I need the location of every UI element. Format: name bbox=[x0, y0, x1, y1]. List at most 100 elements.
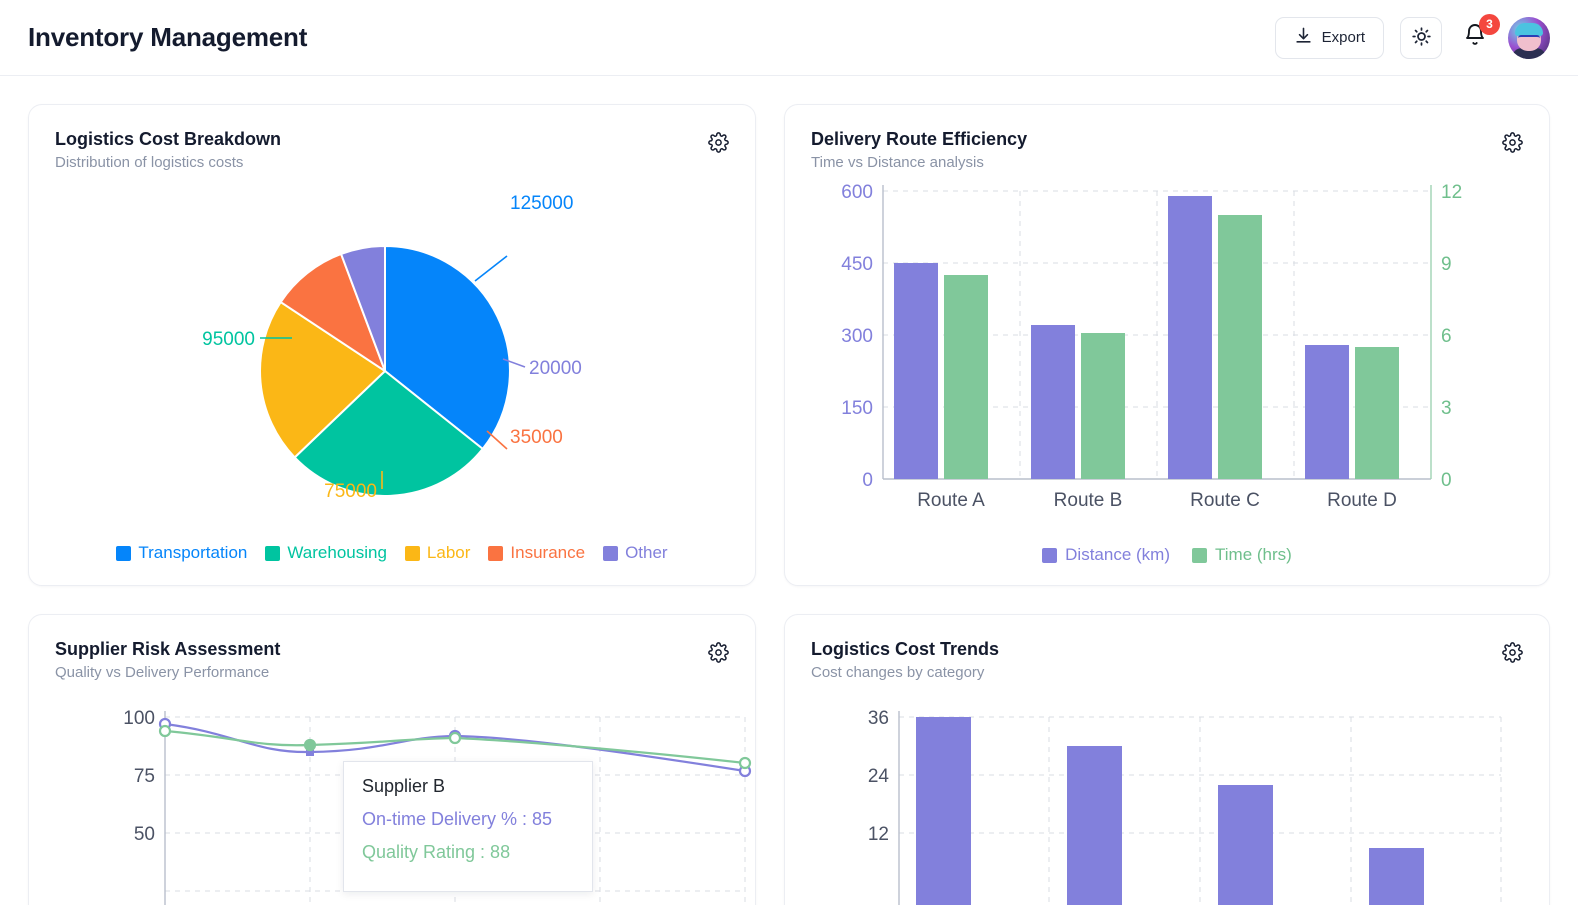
y-axis-tick-36: 36 bbox=[868, 708, 889, 729]
avatar-hair bbox=[1515, 22, 1543, 36]
leader-line-transportation bbox=[474, 255, 508, 282]
legend-swatch-icon bbox=[1192, 547, 1208, 563]
bar-distance-route-d[interactable] bbox=[1305, 345, 1349, 479]
card-subtitle: Time vs Distance analysis bbox=[811, 154, 984, 171]
legend-swatch-icon bbox=[116, 545, 132, 561]
gear-icon[interactable] bbox=[708, 642, 729, 663]
avatar[interactable] bbox=[1508, 16, 1550, 59]
bar-chart-legend: Distance (km) Time (hrs) bbox=[811, 545, 1523, 565]
left-axis-tick-300: 300 bbox=[841, 326, 873, 347]
legend-label: Warehousing bbox=[287, 543, 387, 562]
x-axis-label-route-d: Route D bbox=[1327, 490, 1397, 511]
pie-legend: Transportation Warehousing Labor Insuran… bbox=[55, 543, 729, 563]
bar-chart-trends-svg: 36 24 12 bbox=[868, 708, 1502, 905]
legend-label: Labor bbox=[426, 543, 471, 562]
card-header: Supplier Risk Assessment Quality vs Deli… bbox=[55, 639, 729, 681]
pie-slices-exact[interactable] bbox=[259, 244, 511, 497]
gear-icon[interactable] bbox=[1502, 132, 1523, 153]
legend-item-labor[interactable]: Labor bbox=[404, 543, 471, 563]
bar-distance-route-c[interactable] bbox=[1168, 196, 1212, 479]
card-header: Delivery Route Efficiency Time vs Distan… bbox=[811, 129, 1523, 171]
legend-label: Transportation bbox=[138, 543, 248, 562]
x-axis-label-route-b: Route B bbox=[1054, 490, 1123, 511]
dashboard-grid: Logistics Cost Breakdown Distribution of… bbox=[0, 76, 1578, 905]
y-axis-tick-12: 12 bbox=[868, 824, 889, 845]
right-axis-tick-6: 6 bbox=[1441, 326, 1452, 347]
gear-icon[interactable] bbox=[1502, 642, 1523, 663]
legend-item-time[interactable]: Time (hrs) bbox=[1192, 545, 1292, 565]
gear-icon[interactable] bbox=[708, 132, 729, 153]
card-header: Logistics Cost Breakdown Distribution of… bbox=[55, 129, 729, 171]
left-axis-tick-450: 450 bbox=[841, 254, 873, 275]
legend-item-warehousing[interactable]: Warehousing bbox=[265, 543, 387, 563]
legend-item-other[interactable]: Other bbox=[603, 543, 668, 563]
card-title: Logistics Cost Breakdown bbox=[55, 129, 282, 149]
y-axis-tick-24: 24 bbox=[868, 766, 890, 787]
card-title: Delivery Route Efficiency bbox=[811, 129, 1028, 149]
y-axis-tick-75: 75 bbox=[134, 766, 155, 787]
left-axis-tick-150: 150 bbox=[841, 398, 873, 419]
left-axis-tick-600: 600 bbox=[841, 182, 873, 203]
x-axis-label-route-a: Route A bbox=[917, 490, 985, 511]
bar-time-route-a[interactable] bbox=[944, 275, 988, 479]
pie-value-label-warehousing: 95000 bbox=[202, 329, 255, 350]
pie-chart-svg: 125000 95000 75000 35000 20000 bbox=[202, 193, 582, 502]
card-supplier-risk-assessment: Supplier Risk Assessment Quality vs Deli… bbox=[28, 614, 756, 905]
point-supplier-c-quality[interactable] bbox=[448, 731, 462, 745]
theme-toggle-button[interactable] bbox=[1400, 16, 1442, 59]
legend-label: Insurance bbox=[510, 543, 586, 562]
point-supplier-d-quality[interactable] bbox=[738, 756, 752, 770]
sun-icon bbox=[1411, 26, 1432, 50]
legend-swatch-icon bbox=[488, 545, 504, 561]
grouped-bar-chart-svg: 600 450 300 150 0 12 9 6 3 0 Route A Rou… bbox=[841, 182, 1462, 511]
legend-item-insurance[interactable]: Insurance bbox=[488, 543, 585, 563]
right-axis-tick-12: 12 bbox=[1441, 182, 1462, 203]
point-supplier-a-quality[interactable] bbox=[158, 724, 172, 738]
legend-swatch-icon bbox=[603, 545, 619, 561]
bar-time-route-c[interactable] bbox=[1218, 215, 1262, 479]
right-axis-tick-0: 0 bbox=[1441, 470, 1452, 491]
legend-swatch-icon bbox=[265, 545, 281, 561]
legend-swatch-icon bbox=[1042, 547, 1058, 563]
page-title: Inventory Management bbox=[28, 22, 308, 52]
pie-value-label-other: 20000 bbox=[529, 358, 582, 379]
legend-label: Distance (km) bbox=[1065, 545, 1171, 564]
bar-time-route-d[interactable] bbox=[1355, 347, 1399, 479]
avatar-glasses bbox=[1518, 34, 1540, 41]
legend-label: Other bbox=[625, 543, 668, 562]
bar-distance-route-a[interactable] bbox=[894, 263, 938, 479]
bar-time-route-b[interactable] bbox=[1081, 333, 1125, 479]
bars-cost-trends[interactable] bbox=[916, 717, 1424, 905]
card-subtitle: Distribution of logistics costs bbox=[55, 154, 244, 171]
header-actions: Export 3 bbox=[1274, 13, 1550, 59]
card-title: Supplier Risk Assessment bbox=[55, 639, 281, 659]
pie-chart: 125000 95000 75000 35000 20000 bbox=[55, 171, 729, 541]
export-button[interactable]: Export bbox=[1274, 16, 1384, 59]
card-title: Logistics Cost Trends bbox=[811, 639, 1000, 659]
bar-cost-2[interactable] bbox=[1067, 746, 1122, 905]
bar-cost-3[interactable] bbox=[1218, 785, 1273, 905]
card-subtitle: Quality vs Delivery Performance bbox=[55, 664, 270, 681]
app-header: Inventory Management Export 3 bbox=[0, 0, 1578, 76]
y-axis-tick-100: 100 bbox=[123, 708, 155, 729]
legend-item-distance[interactable]: Distance (km) bbox=[1042, 545, 1170, 565]
card-logistics-cost-breakdown: Logistics Cost Breakdown Distribution of… bbox=[28, 104, 756, 586]
pie-value-label-transportation: 125000 bbox=[510, 193, 573, 214]
notification-badge: 3 bbox=[1479, 13, 1500, 35]
legend-item-transportation[interactable]: Transportation bbox=[116, 543, 247, 563]
point-supplier-b-quality[interactable] bbox=[303, 738, 317, 752]
card-delivery-route-efficiency: Delivery Route Efficiency Time vs Distan… bbox=[784, 104, 1550, 586]
card-header: Logistics Cost Trends Cost changes by ca… bbox=[811, 639, 1523, 681]
y-axis-tick-50: 50 bbox=[134, 824, 155, 845]
right-axis-tick-3: 3 bbox=[1441, 398, 1452, 419]
right-axis-tick-9: 9 bbox=[1441, 254, 1452, 275]
legend-label: Time (hrs) bbox=[1215, 545, 1292, 564]
bar-distance-route-b[interactable] bbox=[1031, 325, 1075, 479]
notifications-button[interactable]: 3 bbox=[1458, 13, 1500, 57]
pie-value-label-labor: 75000 bbox=[324, 481, 377, 502]
export-button-label: Export bbox=[1321, 29, 1365, 46]
pie-value-label-insurance: 35000 bbox=[510, 427, 563, 448]
bar-cost-1[interactable] bbox=[916, 717, 971, 905]
bar-cost-4[interactable] bbox=[1369, 848, 1424, 905]
left-axis-tick-0: 0 bbox=[862, 470, 873, 491]
